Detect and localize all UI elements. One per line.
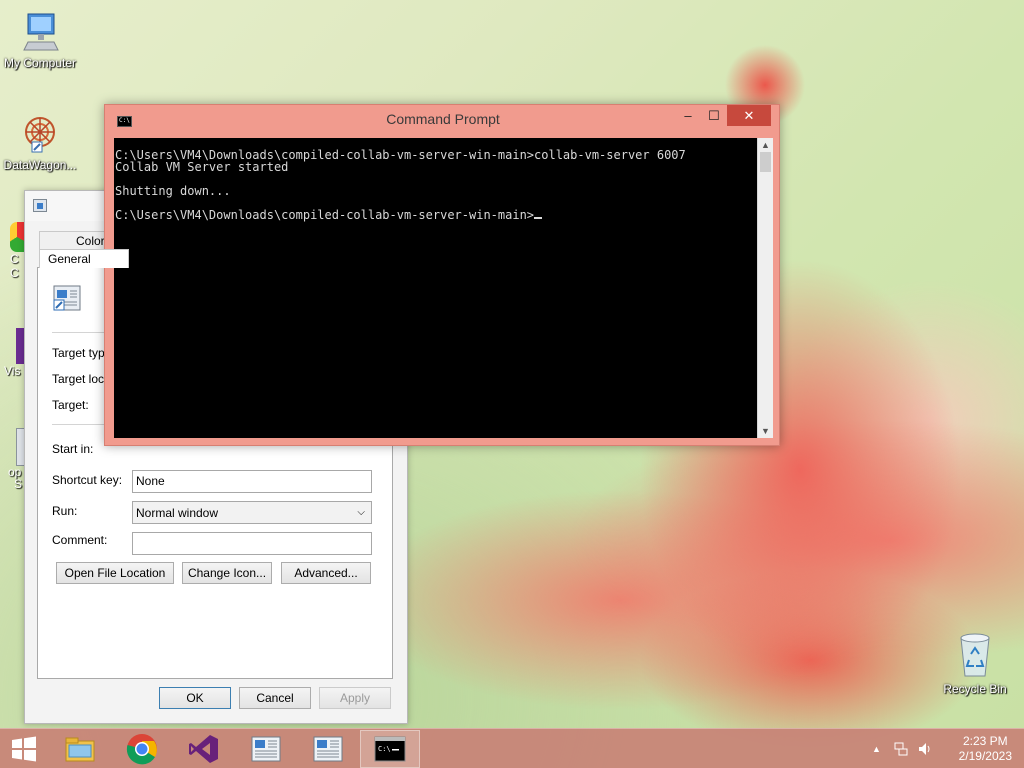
close-button[interactable]: ✕	[727, 105, 771, 126]
desktop-icon-label: Recycle Bin	[943, 682, 1007, 696]
console-line: Collab VM Server started	[115, 160, 289, 174]
run-select[interactable]: Normal window ⌵	[132, 501, 372, 524]
taskbar-command-prompt[interactable]: C:\	[360, 730, 420, 768]
properties-document-icon	[313, 736, 343, 762]
start-button[interactable]	[0, 730, 48, 768]
network-icon[interactable]	[893, 741, 909, 757]
desktop-icon-my-computer[interactable]: My Computer	[0, 10, 80, 70]
desktop-icon-label: My Computer	[3, 56, 77, 70]
desktop-icon-label: DataWagon...	[3, 158, 77, 172]
comment-label: Comment:	[52, 533, 108, 547]
shortcut-icon	[52, 284, 82, 312]
properties-document-icon	[251, 736, 281, 762]
scroll-up-arrow-icon[interactable]: ▲	[758, 138, 773, 152]
folder-icon	[65, 737, 95, 762]
command-prompt-icon: C:\	[374, 736, 406, 762]
partial-desktop-icon[interactable]: C C	[10, 222, 24, 282]
start-in-label: Start in:	[52, 442, 94, 456]
console-output[interactable]: C:\Users\VM4\Downloads\compiled-collab-v…	[114, 138, 757, 438]
target-type-label: Target type	[52, 346, 112, 360]
volume-icon[interactable]	[917, 741, 933, 757]
console-line: C:\Users\VM4\Downloads\compiled-collab-v…	[115, 208, 535, 222]
cancel-button[interactable]: Cancel	[239, 687, 311, 709]
target-location-label: Target loca	[52, 372, 111, 386]
minimize-button[interactable]: –	[675, 105, 701, 126]
partial-icon-label: C	[10, 252, 19, 266]
taskbar: C:\ ▲ 2:23 PM 2/19/2023	[0, 728, 1024, 768]
desktop-icon-datawagon[interactable]: DataWagon...	[0, 112, 80, 172]
datawagon-icon	[18, 112, 62, 156]
run-label: Run:	[52, 504, 78, 518]
windows-logo-icon	[12, 736, 36, 762]
clock-date: 2/19/2023	[958, 749, 1012, 763]
console-prompt-line: C:\Users\VM4\Downloads\compiled-collab-v…	[115, 209, 757, 221]
visual-studio-icon	[189, 735, 218, 763]
partial-icon-label: C	[10, 266, 19, 280]
ok-button[interactable]: OK	[159, 687, 231, 709]
run-select-value: Normal window	[136, 505, 219, 520]
divider	[52, 332, 106, 333]
vertical-scrollbar[interactable]: ▲ ▼	[757, 138, 773, 438]
properties-window-icon	[33, 199, 47, 212]
taskbar-visual-studio[interactable]	[174, 730, 234, 768]
chrome-icon	[10, 222, 24, 252]
taskbar-chrome[interactable]	[112, 730, 172, 768]
shortcut-key-label: Shortcut key:	[52, 473, 123, 487]
advanced-button[interactable]: Advanced...	[281, 562, 371, 584]
chrome-icon	[126, 734, 157, 765]
tab-general[interactable]: General	[39, 249, 129, 268]
target-label: Target:	[52, 398, 89, 412]
svg-text:C:\: C:\	[378, 745, 391, 753]
partial-desktop-icon[interactable]: Vis	[4, 328, 26, 388]
command-prompt-window: C:\ Command Prompt – ☐ ✕ C:\Users\VM4\Do…	[104, 104, 780, 446]
scroll-thumb[interactable]	[760, 152, 771, 172]
desktop-icon-recycle-bin[interactable]: Recycle Bin	[935, 630, 1015, 696]
clock[interactable]: 2:23 PM 2/19/2023	[959, 734, 1012, 764]
console-line: Shutting down...	[115, 184, 231, 198]
taskbar-properties-window-1[interactable]	[236, 730, 296, 768]
shortcut-key-field[interactable]: None	[132, 470, 372, 493]
open-file-location-button[interactable]: Open File Location	[56, 562, 174, 584]
chevron-down-icon: ⌵	[357, 507, 365, 518]
text-cursor	[534, 209, 543, 219]
recycle-bin-icon	[953, 630, 997, 680]
show-hidden-icons-chevron-icon[interactable]: ▲	[872, 744, 881, 754]
change-icon-button[interactable]: Change Icon...	[182, 562, 272, 584]
taskbar-properties-window-2[interactable]	[298, 730, 358, 768]
clock-time: 2:23 PM	[962, 734, 1008, 748]
scroll-down-arrow-icon[interactable]: ▼	[758, 424, 773, 438]
partial-icon-label: Vis	[4, 364, 21, 378]
computer-icon	[18, 10, 62, 54]
apply-button[interactable]: Apply	[319, 687, 391, 709]
divider	[52, 424, 106, 425]
comment-field[interactable]	[132, 532, 372, 555]
maximize-button[interactable]: ☐	[701, 105, 727, 126]
system-tray: ▲	[872, 729, 933, 768]
taskbar-file-explorer[interactable]	[50, 730, 110, 768]
